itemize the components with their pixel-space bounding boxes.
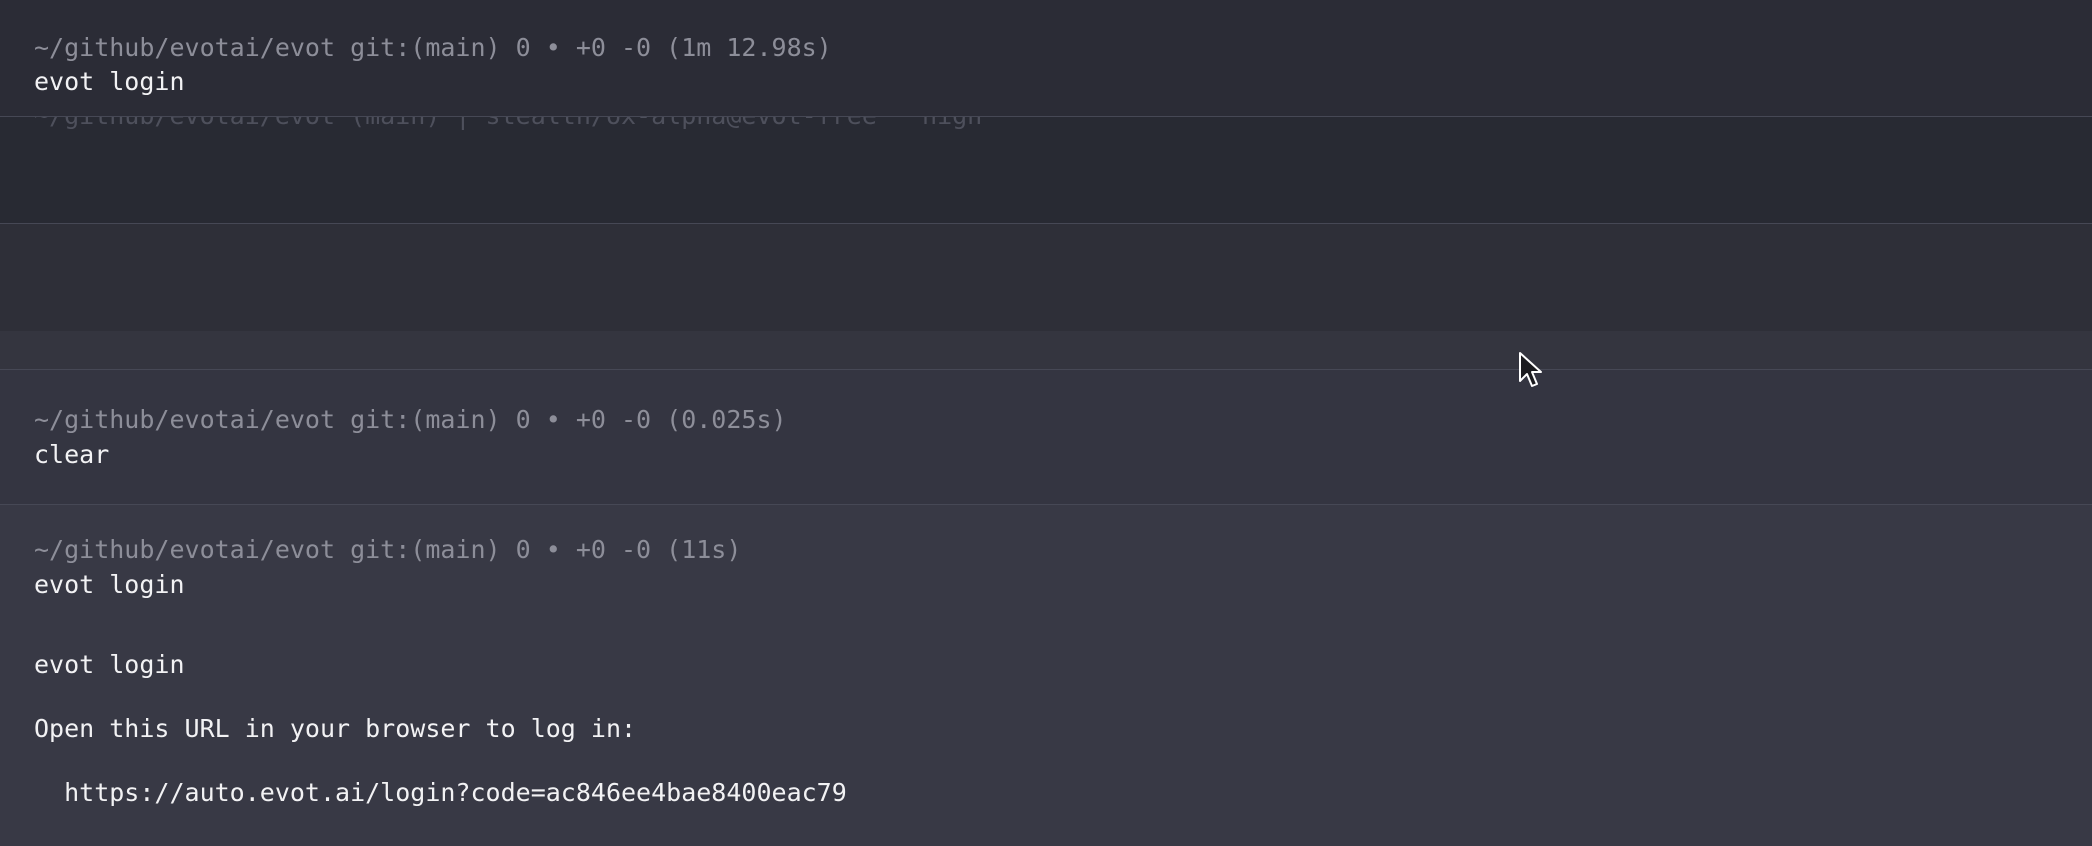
output-line: evot login [34,650,185,679]
empty-band [0,224,2092,331]
status-remnant-block: ~/github/evotai/evot (main) | stealth/ox… [0,117,2092,223]
command-line: evot login [34,570,185,599]
command-line: clear [34,440,110,469]
login-url-link[interactable]: https://auto.evot.ai/login?code=ac846ee4… [34,777,847,809]
command-line: evot login [34,67,185,96]
spacer-band [0,331,2092,369]
output-line: Open this URL in your browser to log in: [34,714,637,743]
prompt-line: ~/github/evotai/evot git:(main) 0 • +0 -… [34,535,742,564]
terminal-block-login: ~/github/evotai/evot git:(main) 0 • +0 -… [0,505,2092,846]
prompt-line: ~/github/evotai/evot git:(main) 0 • +0 -… [34,33,832,62]
prompt-line: ~/github/evotai/evot git:(main) 0 • +0 -… [34,405,787,434]
terminal-block-clear: ~/github/evotai/evot git:(main) 0 • +0 -… [0,370,2092,504]
terminal-block-1: ~/github/evotai/evot git:(main) 0 • +0 -… [0,0,2092,116]
mouse-pointer-icon [1519,352,1542,387]
